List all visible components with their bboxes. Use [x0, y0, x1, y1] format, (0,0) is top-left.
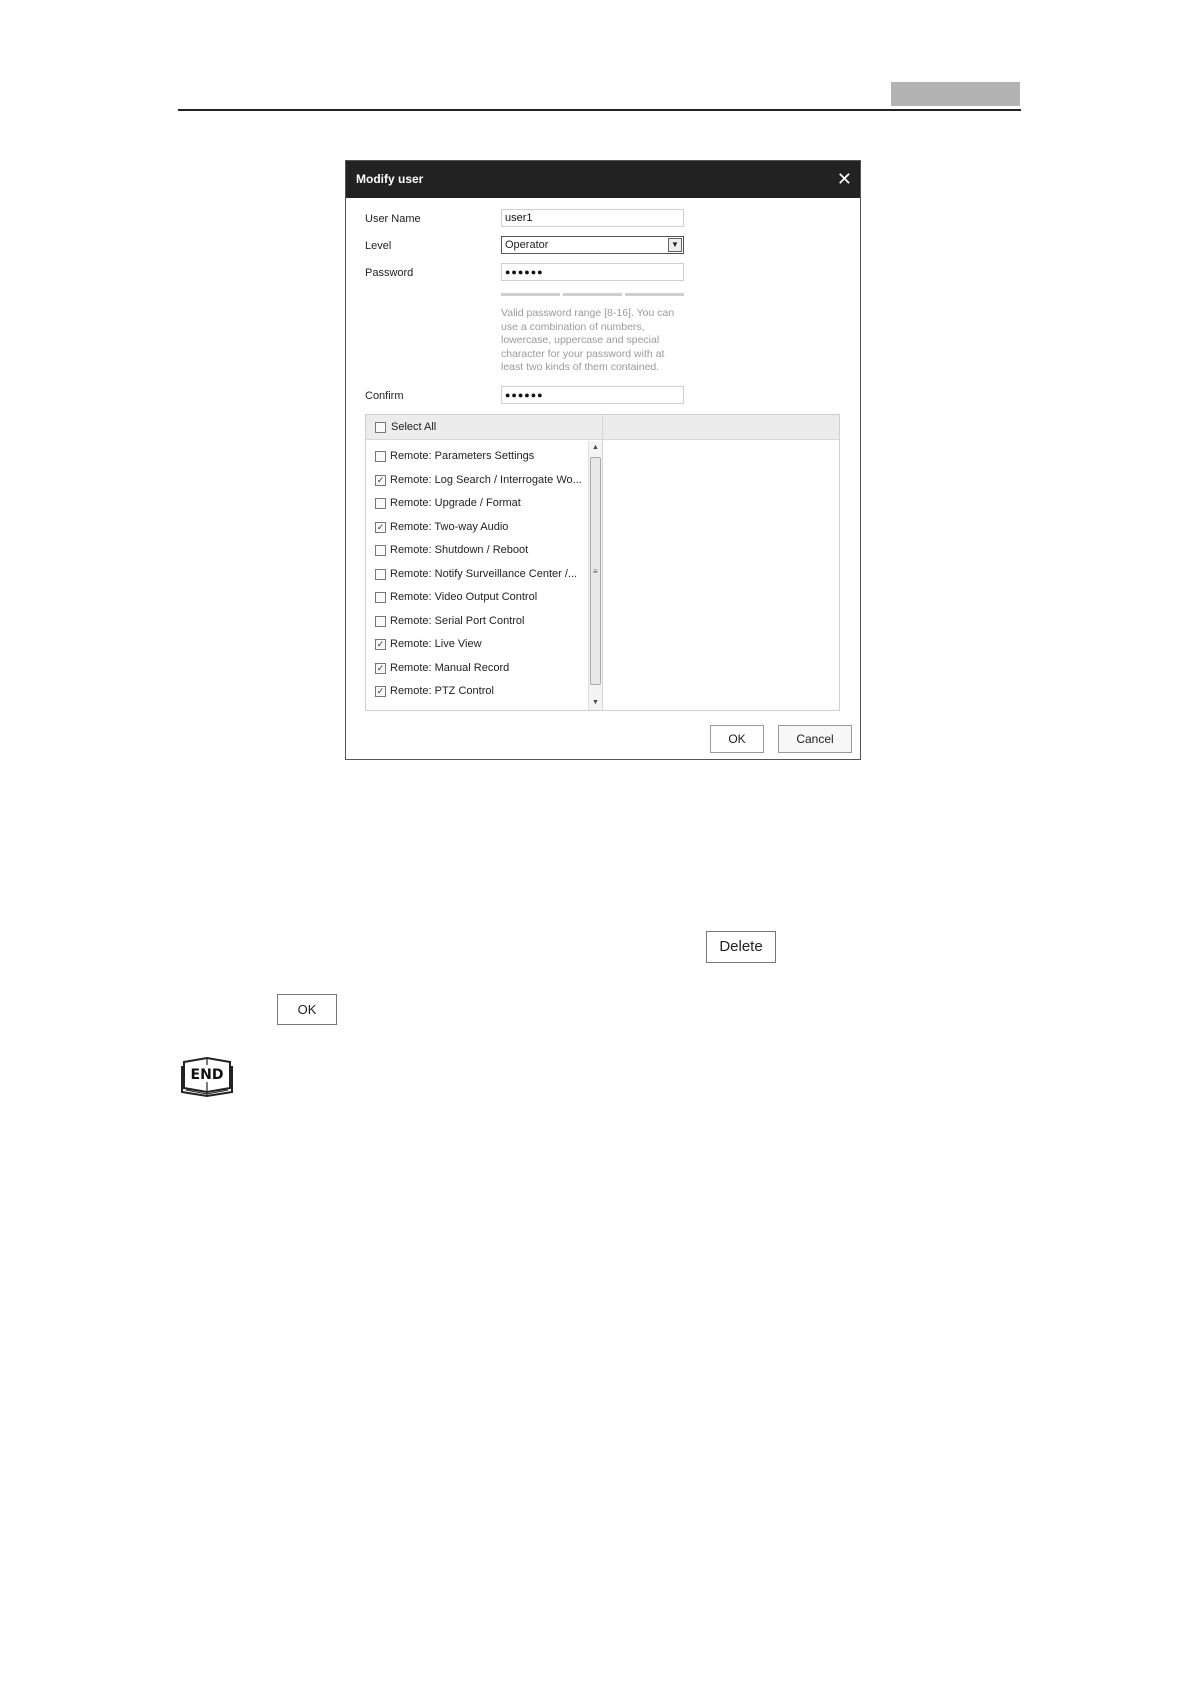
permission-item[interactable]: ✓ Remote: Log Search / Interrogate Wo...: [366, 471, 586, 491]
level-label: Level: [365, 240, 392, 252]
permission-label: Remote: PTZ Control: [390, 685, 494, 697]
checked-checkbox[interactable]: ✓: [375, 686, 386, 697]
permission-label: Remote: Log Search / Interrogate Wo...: [390, 473, 582, 486]
delete-button[interactable]: Delete: [706, 931, 776, 963]
permission-panel: Select All Remote: Parameters Settings ✓ R…: [365, 414, 840, 711]
checked-checkbox[interactable]: ✓: [375, 662, 386, 674]
permission-divider: [602, 415, 603, 710]
checked-checkbox[interactable]: ✓: [375, 639, 386, 650]
permission-label: Remote: Live View: [390, 638, 482, 650]
password-strength-bar-1: [501, 293, 560, 296]
checked-checkbox[interactable]: ✓: [375, 474, 386, 486]
select-all-label: Select All: [391, 421, 437, 433]
scroll-up-icon[interactable]: ▲: [589, 441, 602, 455]
level-select[interactable]: Operator ▼: [501, 236, 684, 254]
close-icon[interactable]: ✕: [837, 161, 852, 198]
permission-item[interactable]: Remote: Parameters Settings: [366, 447, 586, 467]
permission-label: Remote: Shutdown / Reboot: [390, 544, 529, 556]
page-ok-button[interactable]: OK: [277, 994, 337, 1025]
unchecked-checkbox[interactable]: [375, 498, 386, 509]
permission-label: Remote: Parameters Settings: [390, 450, 535, 462]
password-strength-bar-2: [563, 293, 622, 296]
modify-user-dialog: Modify user ✕ User Name user1 Level Oper…: [345, 160, 861, 760]
header-tab: [891, 82, 1020, 106]
checked-checkbox[interactable]: ✓: [375, 709, 386, 710]
unchecked-checkbox[interactable]: [375, 615, 386, 627]
unchecked-checkbox[interactable]: [375, 568, 386, 580]
password-strength-bar-3: [625, 293, 684, 296]
permission-item[interactable]: ✓ Remote: PTZ Control: [366, 682, 586, 702]
permission-item[interactable]: Remote: Serial Port Control: [366, 612, 586, 632]
permission-label: Remote: Two-way Audio: [390, 520, 509, 533]
user-name-label: User Name: [365, 213, 421, 225]
permission-label: Remote: Video Output Control: [390, 591, 538, 603]
scrollbar-thumb[interactable]: ≡: [590, 457, 601, 685]
confirm-label: Confirm: [365, 390, 404, 402]
permission-item[interactable]: ✓ Remote: Two-way Audio: [366, 518, 586, 538]
password-label: Password: [365, 267, 414, 279]
permission-label: Remote: Notify Surveillance Center /...: [390, 567, 578, 580]
cancel-button[interactable]: Cancel: [778, 725, 852, 753]
confirm-input[interactable]: ●●●●●●: [501, 386, 684, 404]
permission-item[interactable]: ✓ Remote: Live View: [366, 635, 586, 655]
permission-scrollbar[interactable]: ▲ ≡ ▼: [588, 441, 602, 710]
permission-item[interactable]: Remote: Upgrade / Format: [366, 494, 586, 514]
select-all-checkbox[interactable]: [375, 422, 386, 433]
grip-icon: ≡: [593, 567, 598, 576]
dialog-title: Modify user: [356, 172, 424, 186]
password-hint: Valid password range [8-16]. You can use…: [501, 307, 675, 373]
permission-label: Remote: Playback: [390, 709, 479, 711]
password-input[interactable]: ●●●●●●: [501, 263, 684, 281]
scroll-down-icon[interactable]: ▼: [589, 696, 602, 710]
level-selected-value: Operator: [505, 239, 549, 251]
permission-item[interactable]: Remote: Video Output Control: [366, 588, 586, 608]
permission-label: Remote: Serial Port Control: [390, 614, 525, 627]
permission-item[interactable]: ✓ Remote: Manual Record: [366, 659, 586, 679]
chevron-down-icon[interactable]: ▼: [668, 238, 682, 252]
end-book-icon: END: [181, 1056, 233, 1098]
permission-label: Remote: Upgrade / Format: [390, 497, 521, 509]
user-name-input[interactable]: user1: [501, 209, 684, 227]
permission-item[interactable]: Remote: Notify Surveillance Center /...: [366, 565, 586, 585]
checked-checkbox[interactable]: ✓: [375, 521, 386, 533]
unchecked-checkbox[interactable]: [375, 545, 386, 556]
permission-label: Remote: Manual Record: [390, 661, 510, 674]
end-icon-text: END: [191, 1067, 224, 1083]
header-rule: [178, 109, 1021, 111]
dialog-title-bar: Modify user ✕: [346, 161, 860, 198]
ok-button[interactable]: OK: [710, 725, 764, 753]
permission-item[interactable]: ✓ Remote: Playback: [366, 706, 586, 711]
permission-list[interactable]: Remote: Parameters Settings ✓ Remote: Log …: [366, 441, 602, 710]
permission-item[interactable]: Remote: Shutdown / Reboot: [366, 541, 586, 561]
unchecked-checkbox[interactable]: [375, 592, 386, 603]
unchecked-checkbox[interactable]: [375, 451, 386, 462]
